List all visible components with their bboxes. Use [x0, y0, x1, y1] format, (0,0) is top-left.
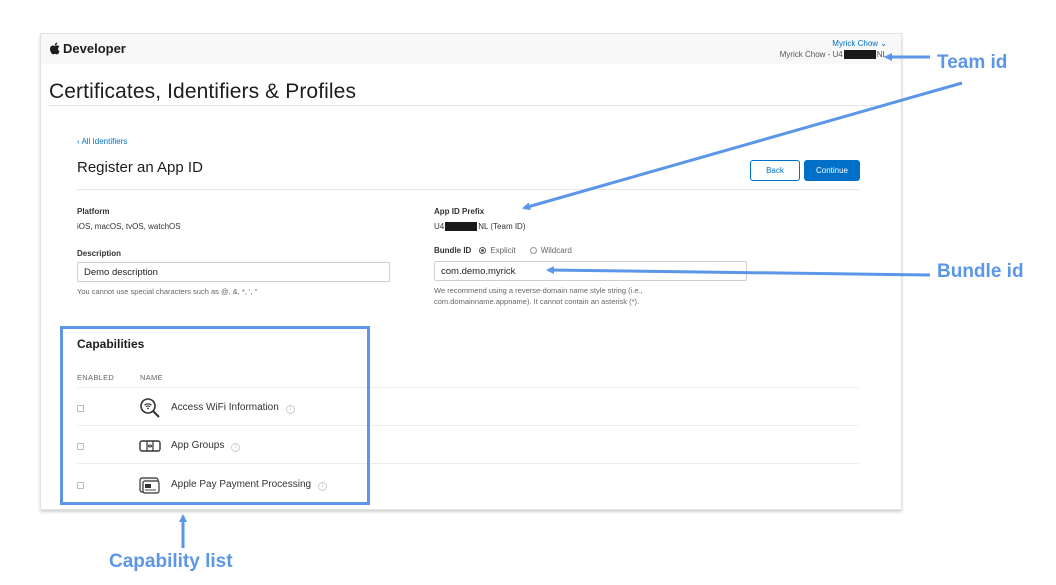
divider — [77, 189, 859, 190]
section-title: Register an App ID — [77, 159, 203, 176]
team-info: Myrick Chow - U4 NL — [780, 49, 887, 60]
bundle-id-hint-line-1: We recommend using a reverse-domain name… — [434, 286, 643, 295]
page-title: Certificates, Identifiers & Profiles — [49, 80, 357, 103]
bundle-id-field[interactable]: com.demo.myrick — [434, 261, 747, 281]
redacted-block — [843, 50, 876, 59]
app-id-prefix-label: App ID Prefix — [434, 207, 485, 216]
top-bar: Developer Myrick Chow ⌄ Myrick Chow - U4… — [41, 34, 901, 64]
platform-label: Platform — [77, 207, 110, 216]
back-button[interactable]: Back — [750, 160, 800, 181]
radio-selected-icon — [479, 247, 487, 254]
apple-logo-icon — [50, 42, 60, 55]
divider — [49, 105, 887, 106]
account-area: Myrick Chow ⌄ Myrick Chow - U4 NL — [780, 38, 887, 60]
bundle-id-hint-line-2: com.domainname.appname). It cannot conta… — [434, 297, 640, 306]
redacted-block — [445, 222, 478, 231]
radio-wildcard[interactable]: Wildcard — [529, 246, 572, 255]
platform-value: iOS, macOS, tvOS, watchOS — [77, 222, 181, 231]
app-id-prefix-value: U4 NL (Team ID) — [434, 222, 526, 231]
all-identifiers-link[interactable]: ‹ All Identifiers — [77, 137, 127, 146]
description-label: Description — [77, 249, 122, 258]
bundle-id-type: Bundle ID Explicit Wildcard — [434, 246, 586, 255]
radio-explicit[interactable]: Explicit — [479, 246, 516, 255]
description-hint: You cannot use special characters such a… — [77, 287, 258, 296]
team-suffix: NL — [876, 50, 887, 59]
developer-logo[interactable]: Developer — [49, 41, 126, 56]
account-menu[interactable]: Myrick Chow ⌄ — [780, 38, 887, 49]
bundle-id-annotation: Bundle id — [937, 261, 1024, 282]
radio-unselected-icon — [529, 247, 537, 254]
capability-list-annotation: Capability list — [109, 551, 233, 572]
radio-explicit-label: Explicit — [490, 246, 516, 255]
capability-list-highlight — [60, 326, 370, 505]
bundle-id-label: Bundle ID — [434, 246, 472, 255]
prefix-start: U4 — [434, 222, 445, 231]
prefix-end: NL (Team ID) — [478, 222, 526, 231]
radio-wildcard-label: Wildcard — [540, 246, 572, 255]
team-id-annotation: Team id — [937, 52, 1008, 73]
logo-text: Developer — [63, 41, 126, 56]
continue-button[interactable]: Continue — [804, 160, 860, 181]
description-field[interactable]: Demo description — [77, 262, 390, 282]
team-name: Myrick Chow - U4 — [779, 50, 843, 59]
